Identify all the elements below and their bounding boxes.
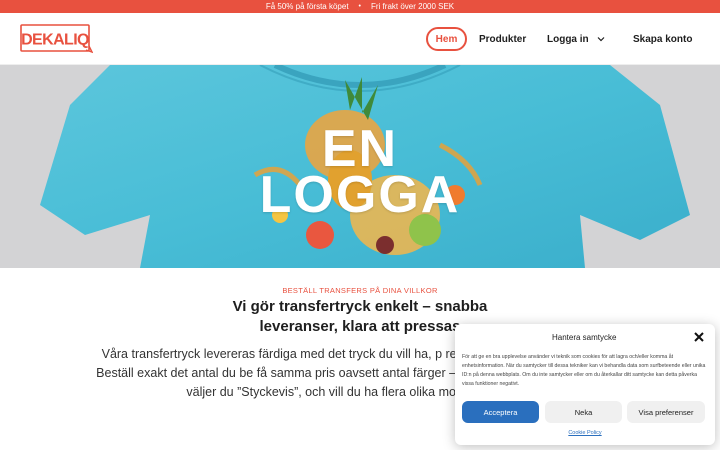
cookie-dialog-title: Hantera samtycke [552, 333, 617, 342]
hero-title-line2: LOGGA [259, 166, 461, 224]
promo-shipping-text: Fri frakt över 2000 SEK [371, 2, 455, 11]
promo-separator: • [358, 3, 361, 10]
site-header: DEKALIQ Hem Produkter Logga in Skapa kon… [0, 13, 720, 65]
hero-banner: EN LOGGA [0, 65, 720, 268]
promo-discount-text: Få 50% på första köpet [265, 2, 349, 11]
cookie-policy-link[interactable]: Cookie Policy [455, 430, 715, 436]
promo-bar: Få 50% på första köpet • Fri frakt över … [0, 0, 720, 13]
accept-cookies-button[interactable]: Acceptera [462, 401, 539, 423]
dekaliq-logo[interactable]: DEKALIQ [20, 24, 93, 54]
nav-products-link[interactable]: Produkter [479, 27, 526, 51]
section-eyebrow: BESTÄLL TRANSFERS PÅ DINA VILLKOR [282, 286, 438, 295]
close-icon[interactable] [693, 331, 705, 343]
deny-cookies-button[interactable]: Neka [545, 401, 622, 423]
cookie-consent-dialog: Hantera samtycke För att ge en bra upple… [455, 324, 715, 445]
nav-login-label: Logga in [547, 33, 589, 45]
cookie-dialog-text: För att ge en bra upplevelse använder vi… [462, 354, 706, 387]
nav-home-link[interactable]: Hem [426, 27, 467, 51]
chevron-down-icon [597, 37, 605, 42]
nav-login-menu[interactable]: Logga in [547, 27, 605, 51]
view-preferences-button[interactable]: Visa preferenser [627, 401, 705, 423]
logo-text: DEKALIQ [21, 32, 89, 49]
nav-signup-link[interactable]: Skapa konto [633, 27, 692, 51]
